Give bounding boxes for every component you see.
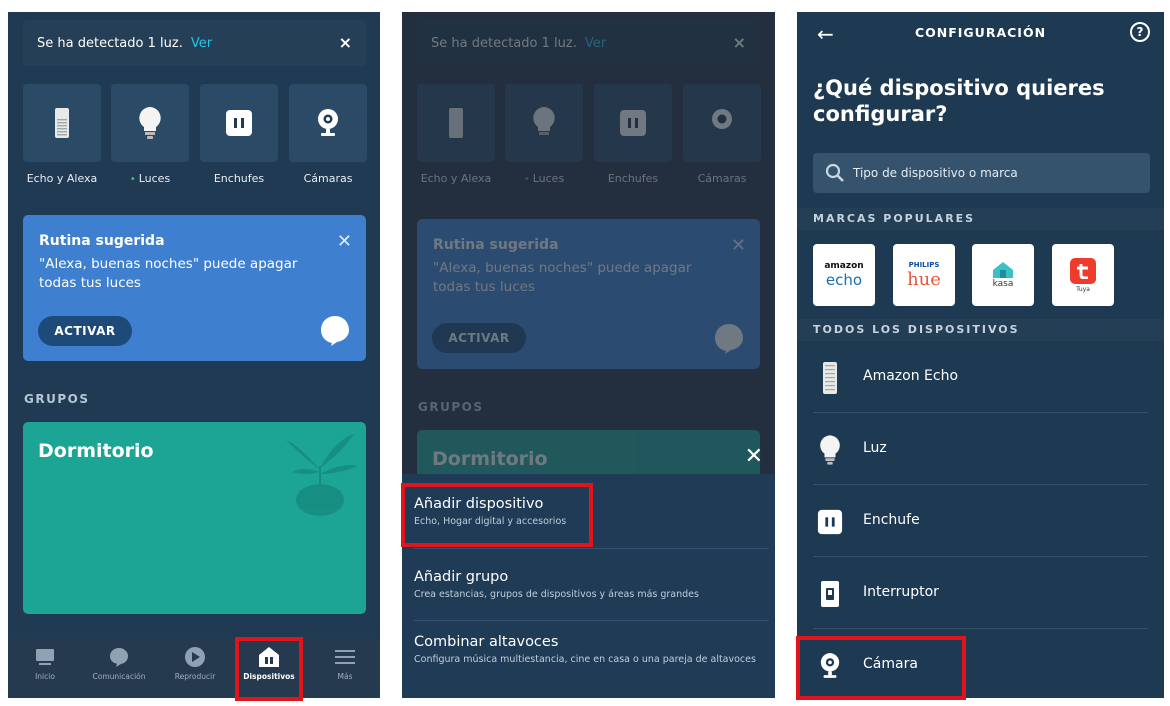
divider xyxy=(414,620,769,621)
status-dot: • xyxy=(129,174,136,185)
device-label: Interruptor xyxy=(863,584,939,600)
group-card-bedroom[interactable]: Dormitorio xyxy=(23,422,366,614)
device-row-light[interactable]: Luz xyxy=(797,413,1164,485)
suggested-routine-card[interactable]: Rutina sugerida "Alexa, buenas noches" p… xyxy=(23,215,366,361)
highlight-box xyxy=(401,483,593,547)
category-label: Enchufes xyxy=(213,172,265,185)
switch-icon xyxy=(817,579,843,609)
groups-header: GRUPOS xyxy=(24,392,90,406)
chat-bubble-icon xyxy=(110,648,128,667)
bulb-icon xyxy=(505,84,583,162)
devices-screen: Se ha detectado 1 luz. Ver × Echo y Alex… xyxy=(8,12,380,698)
brand-kasa[interactable]: kasa xyxy=(972,244,1034,306)
bulb-icon xyxy=(817,435,843,465)
tuya-logo-icon xyxy=(1070,257,1096,284)
category-label: Cámaras xyxy=(303,172,353,185)
light-detected-banner[interactable]: Se ha detectado 1 luz. Ver × xyxy=(23,20,366,66)
banner-text: Se ha detectado 1 luz. xyxy=(37,35,183,51)
highlight-box xyxy=(796,636,966,700)
echo-device-icon xyxy=(23,84,101,162)
play-icon xyxy=(185,647,205,667)
setup-screen: ← CONFIGURACIÓN ? ¿Qué dispositivo quier… xyxy=(797,12,1164,698)
search-icon xyxy=(825,163,844,182)
bulb-icon xyxy=(111,84,189,162)
kasa-logo-icon xyxy=(993,262,1013,278)
brand-amazon-echo[interactable]: amazon echo xyxy=(813,244,875,306)
routine-body: "Alexa, buenas noches" puede apagar toda… xyxy=(39,256,298,291)
plug-icon xyxy=(200,84,278,162)
category-cameras[interactable]: Cámaras xyxy=(289,84,367,185)
category-label: Echo y Alexa xyxy=(26,172,98,185)
close-icon[interactable]: ✕ xyxy=(337,231,352,252)
search-placeholder: Tipo de dispositivo o marca xyxy=(853,166,1018,180)
all-devices-header: TODOS LOS DISPOSITIVOS xyxy=(797,319,1164,341)
tab-communication[interactable]: Comunicación xyxy=(84,646,154,681)
close-icon[interactable]: × xyxy=(339,33,352,52)
category-lights[interactable]: • Luces xyxy=(111,84,189,185)
brand-philips-hue[interactable]: PHILIPS hue xyxy=(893,244,955,306)
setup-question: ¿Qué dispositivo quieres configurar? xyxy=(813,76,1105,126)
popular-brands-header: MARCAS POPULARES xyxy=(797,208,1164,230)
home-icon xyxy=(36,649,54,665)
highlight-box xyxy=(235,637,303,701)
camera-icon xyxy=(683,84,761,162)
echo-device-icon xyxy=(417,84,495,162)
routine-title: Rutina sugerida xyxy=(39,233,165,249)
device-label: Luz xyxy=(863,440,887,456)
bottom-tab-bar: Inicio Comunicación Reproducir Dispositi… xyxy=(8,638,380,698)
device-search-input[interactable]: Tipo de dispositivo o marca xyxy=(813,153,1150,193)
camera-icon xyxy=(289,84,367,162)
close-icon[interactable]: ✕ xyxy=(745,444,763,469)
page-title: CONFIGURACIÓN xyxy=(914,25,1047,40)
category-plugs[interactable]: Enchufes xyxy=(200,84,278,185)
menu-add-group[interactable]: Añadir grupo Crea estancias, grupos de d… xyxy=(414,569,764,601)
device-label: Enchufe xyxy=(863,512,920,528)
device-row-plug[interactable]: Enchufe xyxy=(797,485,1164,557)
echo-device-icon xyxy=(817,362,843,394)
alexa-bubble-icon xyxy=(320,315,350,351)
header: ← CONFIGURACIÓN ? xyxy=(797,12,1164,56)
brand-tuya[interactable]: Tuya xyxy=(1052,244,1114,306)
plug-icon xyxy=(594,84,672,162)
tab-more[interactable]: Más xyxy=(310,646,380,681)
add-menu-screen: Se ha detectado 1 luz. Ver × Echo y Alex… xyxy=(402,12,775,698)
help-icon[interactable]: ? xyxy=(1130,22,1150,42)
device-label: Amazon Echo xyxy=(863,368,959,384)
device-row-echo[interactable]: Amazon Echo xyxy=(797,341,1164,413)
plug-icon xyxy=(817,507,843,537)
menu-icon xyxy=(335,650,355,664)
divider xyxy=(414,548,769,549)
plant-icon xyxy=(280,426,360,520)
category-echo[interactable]: Echo y Alexa xyxy=(23,84,101,185)
alexa-bubble-icon xyxy=(714,323,744,359)
category-label: • Luces xyxy=(129,172,171,185)
activate-button[interactable]: ACTIVAR xyxy=(38,316,132,346)
device-categories: Echo y Alexa • Luces Enchufes Cámaras xyxy=(8,84,380,194)
banner-view-link[interactable]: Ver xyxy=(191,36,212,51)
tab-play[interactable]: Reproducir xyxy=(160,646,230,681)
device-row-switch[interactable]: Interruptor xyxy=(797,557,1164,629)
menu-combine-speakers[interactable]: Combinar altavoces Configura música mult… xyxy=(414,634,764,666)
tab-home[interactable]: Inicio xyxy=(10,646,80,681)
